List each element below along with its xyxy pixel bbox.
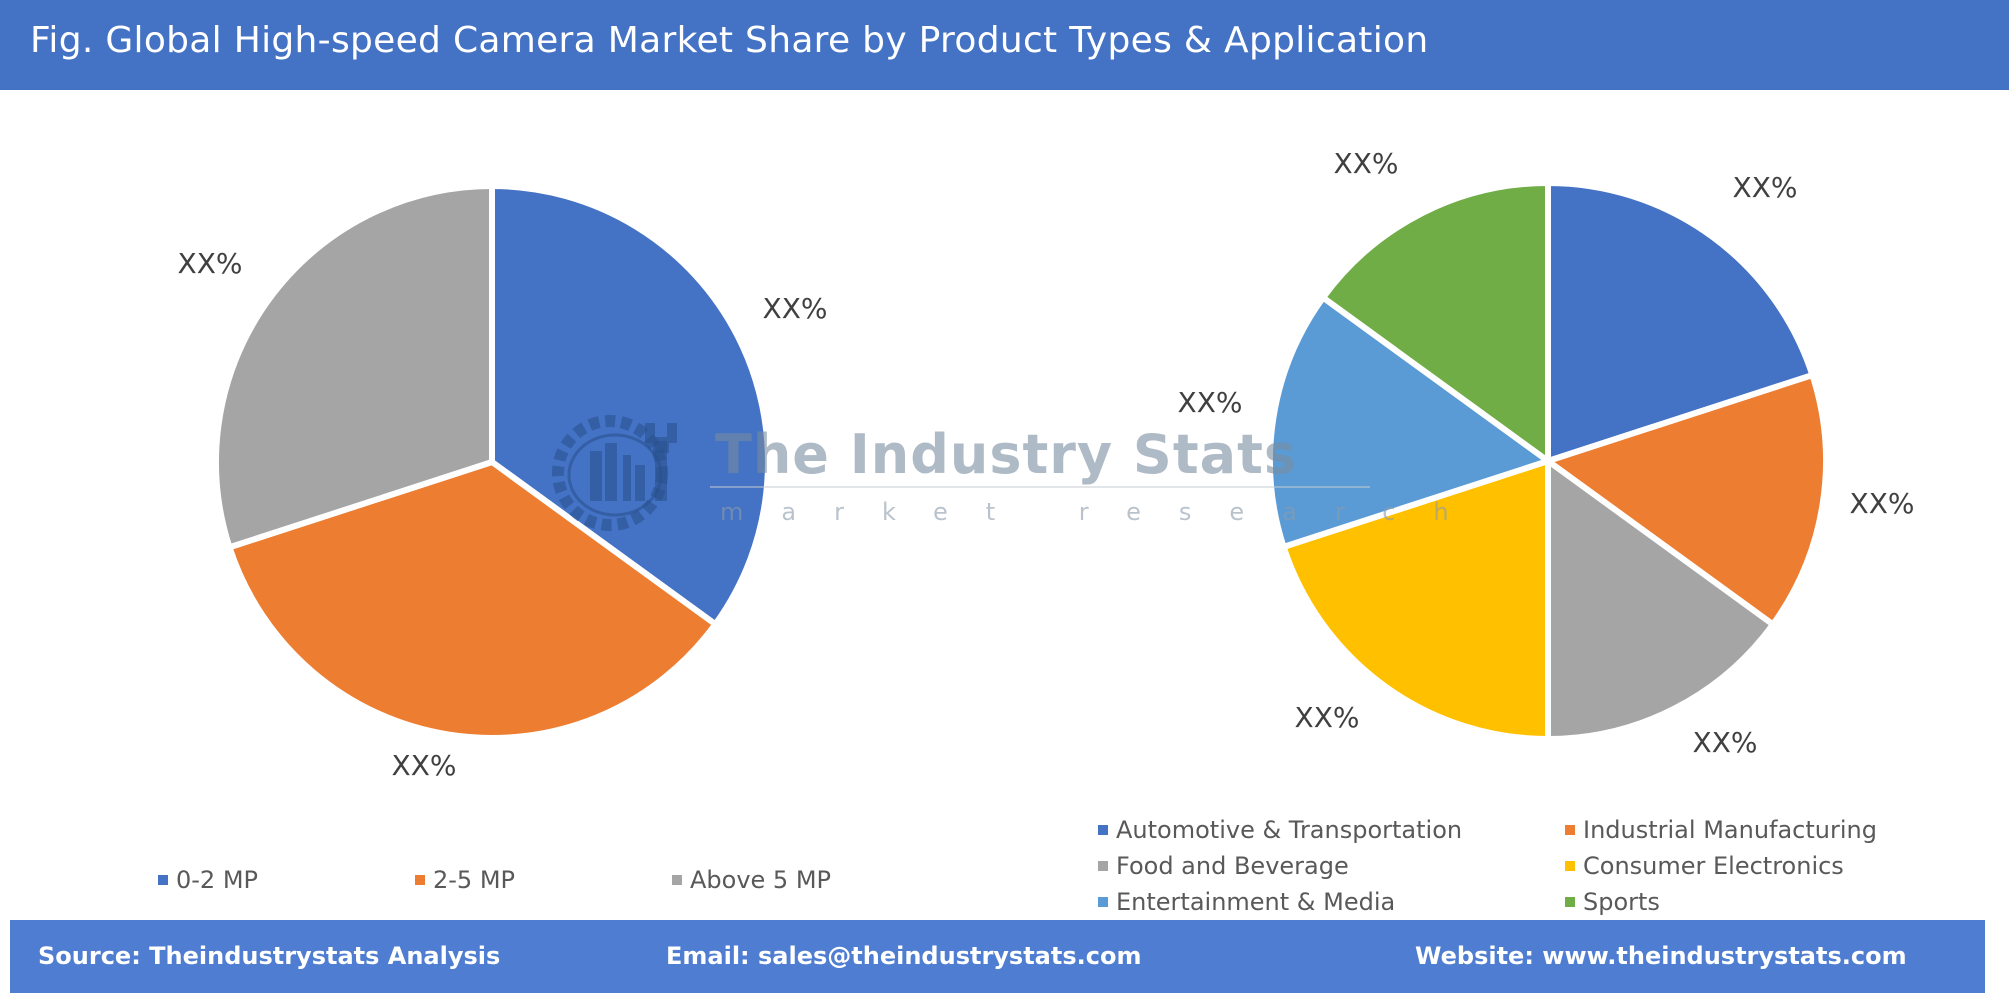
legend-swatch xyxy=(1098,897,1108,907)
data-label: XX% xyxy=(1178,386,1243,419)
pie-chart-application: XX% XX% XX% XX% XX% XX% xyxy=(1178,147,1915,759)
data-label: XX% xyxy=(763,292,828,325)
legend-item: Industrial Manufacturing xyxy=(1565,816,1877,844)
data-label: XX% xyxy=(1334,147,1399,180)
legend-item: Consumer Electronics xyxy=(1565,852,1844,880)
legend-swatch xyxy=(415,875,425,885)
legend-swatch xyxy=(672,875,682,885)
charts-canvas: XX% XX% XX% XX% XX% XX% XX% XX% XX% xyxy=(178,147,1915,782)
footer-email[interactable]: Email: sales@theindustrystats.com xyxy=(666,942,1141,970)
legend-item: Entertainment & Media xyxy=(1098,888,1395,916)
legend-label: Sports xyxy=(1583,888,1660,916)
legend-item: Food and Beverage xyxy=(1098,852,1349,880)
legend-label: Entertainment & Media xyxy=(1116,888,1396,916)
legend-swatch xyxy=(1565,861,1575,871)
legend-label: Automotive & Transportation xyxy=(1116,816,1463,844)
legend-item: Automotive & Transportation xyxy=(1098,816,1462,844)
legend-swatch xyxy=(1098,861,1108,871)
legend-item: 0-2 MP xyxy=(158,866,258,894)
data-label: XX% xyxy=(1295,701,1360,734)
legend-label: Above 5 MP xyxy=(690,866,832,894)
data-label: XX% xyxy=(1733,171,1798,204)
footer-bar: Source: Theindustrystats Analysis Email:… xyxy=(10,920,1985,993)
footer-website[interactable]: Website: www.theindustrystats.com xyxy=(1415,942,1907,970)
data-label: XX% xyxy=(1850,487,1915,520)
legend-swatch xyxy=(1565,825,1575,835)
pie-chart-product-types: XX% XX% XX% xyxy=(178,183,828,782)
data-label: XX% xyxy=(392,749,457,782)
legend-label: 2-5 MP xyxy=(433,866,516,894)
legend-swatch xyxy=(158,875,168,885)
legend-item: 2-5 MP xyxy=(415,866,515,894)
legend-label: Industrial Manufacturing xyxy=(1583,816,1877,844)
legend-label: Food and Beverage xyxy=(1116,852,1349,880)
data-label: XX% xyxy=(1693,726,1758,759)
legend-label: 0-2 MP xyxy=(176,866,259,894)
legend-item: Sports xyxy=(1565,888,1660,916)
data-label: XX% xyxy=(178,247,243,280)
legend-label: Consumer Electronics xyxy=(1583,852,1844,880)
footer-source: Source: Theindustrystats Analysis xyxy=(38,942,501,970)
legend-item: Above 5 MP xyxy=(672,866,831,894)
legend-swatch xyxy=(1098,825,1108,835)
legend-swatch xyxy=(1565,897,1575,907)
